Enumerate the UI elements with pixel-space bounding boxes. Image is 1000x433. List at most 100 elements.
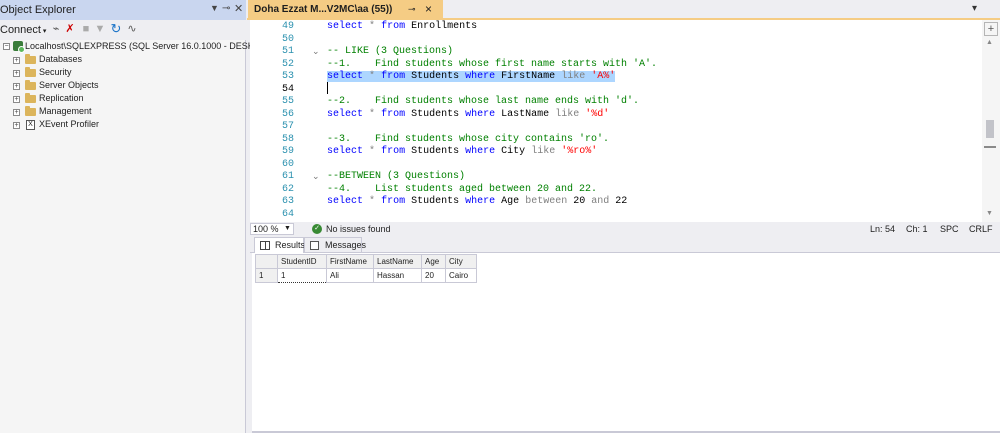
line-number-current: 54: [281, 83, 294, 95]
code-editor[interactable]: 49 50 51 52 53 54 55 56 57 58 59 60 61 6…: [250, 20, 982, 222]
code-line: select * from Students where Age between…: [327, 196, 628, 207]
grid-corner[interactable]: [255, 254, 278, 269]
tree-node-databases[interactable]: Databases: [39, 53, 82, 66]
tab-results[interactable]: Results: [254, 237, 306, 253]
collapse-icon[interactable]: −: [3, 43, 10, 50]
line-number: 50: [281, 33, 294, 45]
folder-icon: [25, 93, 36, 103]
spacing-indicator: SPC: [940, 224, 959, 234]
folder-icon: [25, 80, 36, 90]
scroll-position-marker: [984, 146, 996, 148]
grid-cell[interactable]: 1: [277, 268, 327, 283]
expand-icon[interactable]: +: [13, 122, 20, 129]
column-header[interactable]: LastName: [373, 254, 422, 269]
chevron-down-icon[interactable]: ▼: [284, 222, 291, 236]
line-number: 62: [281, 183, 294, 195]
server-icon: [13, 41, 25, 53]
tab-messages-label: Messages: [325, 240, 367, 250]
column-header[interactable]: StudentID: [277, 254, 327, 269]
stop-icon: ■: [82, 23, 90, 35]
line-number: 57: [281, 121, 294, 132]
column-indicator: Ch: 1: [906, 224, 928, 234]
tab-results-label: Results: [275, 240, 306, 250]
pin-icon[interactable]: ⊸: [222, 3, 230, 14]
code-line: --3. Find students whose city contains '…: [327, 133, 610, 145]
grid-cell[interactable]: Ali: [326, 268, 374, 283]
tree-node-xevent-profiler[interactable]: XEvent Profiler: [39, 118, 99, 131]
zoom-value: 100 %: [253, 224, 279, 234]
fold-collapse-icon[interactable]: ⌄: [312, 170, 320, 183]
tree-server-node[interactable]: Localhost\SQLEXPRESS (SQL Server 16.0.10…: [25, 40, 272, 53]
issues-status[interactable]: No issues found: [326, 222, 391, 236]
row-number[interactable]: 1: [255, 268, 278, 283]
line-number: 51: [281, 46, 294, 57]
line-ending-indicator: CRLF: [969, 224, 993, 234]
object-explorer-toolbar: Connect ▾ ⌁ ✗ ■ ▼ ↻ ∿: [0, 20, 246, 40]
code-line: select * from Students where City like '…: [327, 146, 598, 157]
code-line: select * from Enrollments: [327, 21, 478, 32]
tree-node-security[interactable]: Security: [39, 66, 72, 79]
connect-button[interactable]: Connect ▾: [0, 24, 46, 36]
line-number: 61: [281, 171, 294, 182]
code-line: -- LIKE (3 Questions): [327, 46, 454, 57]
line-number: 59: [281, 146, 294, 157]
connect-server-icon[interactable]: ⌁: [50, 23, 62, 35]
grid-cell[interactable]: 20: [421, 268, 446, 283]
expand-icon[interactable]: +: [13, 57, 20, 64]
table-row: 1 1 Ali Hassan 20 Cairo: [255, 268, 477, 283]
text-caret: [327, 82, 328, 94]
close-icon[interactable]: ×: [425, 2, 432, 16]
expand-icon[interactable]: +: [13, 96, 20, 103]
line-number: 58: [281, 133, 294, 145]
line-number: 49: [281, 21, 294, 32]
editor-vertical-scrollbar[interactable]: + ▲ ▼: [982, 20, 1000, 222]
grid-header-row: StudentID FirstName LastName Age City: [255, 254, 477, 269]
scroll-up-icon[interactable]: ▲: [986, 39, 993, 46]
column-header[interactable]: Age: [421, 254, 446, 269]
disconnect-icon[interactable]: ✗: [64, 23, 76, 35]
expand-icon[interactable]: +: [13, 83, 20, 90]
grid-cell[interactable]: Cairo: [445, 268, 477, 283]
tab-title: Doha Ezzat M...V2MC\aa (55)): [254, 4, 393, 15]
column-header[interactable]: City: [445, 254, 477, 269]
split-editor-icon[interactable]: +: [984, 22, 998, 36]
object-explorer-title: Object Explorer: [0, 4, 76, 16]
folder-icon: [25, 67, 36, 77]
scroll-thumb[interactable]: [986, 120, 994, 138]
activity-monitor-icon[interactable]: ∿: [126, 23, 138, 35]
code-line: --4. List students aged between 20 and 2…: [327, 183, 598, 195]
code-line: --2. Find students whose last name ends …: [327, 96, 640, 107]
folder-icon: [25, 54, 36, 64]
line-number: 63: [281, 196, 294, 207]
expand-icon[interactable]: +: [13, 109, 20, 116]
pin-icon[interactable]: ⊸: [408, 4, 416, 15]
tree-node-management[interactable]: Management: [39, 105, 92, 118]
line-number: 64: [281, 208, 294, 220]
line-number: 52: [281, 58, 294, 70]
refresh-icon[interactable]: ↻: [110, 22, 122, 35]
tab-overflow-dropdown-icon[interactable]: ▾: [972, 3, 977, 14]
results-grid: StudentID FirstName LastName Age City 1 …: [255, 254, 477, 283]
line-number: 60: [281, 158, 294, 170]
tab-query-editor[interactable]: Doha Ezzat M...V2MC\aa (55)) ⊸ ×: [248, 0, 443, 20]
messages-icon: [310, 241, 319, 250]
grid-cell[interactable]: Hassan: [373, 268, 422, 283]
column-header[interactable]: FirstName: [326, 254, 374, 269]
expand-icon[interactable]: +: [13, 70, 20, 77]
filter-icon: ▼: [94, 23, 106, 35]
results-tab-strip: Results Messages: [250, 236, 1000, 253]
xevent-icon: X: [26, 120, 35, 130]
grid-icon: [260, 241, 270, 250]
dropdown-icon[interactable]: ▼: [210, 3, 219, 13]
editor-status-bar: 100 % ▼ ✓ No issues found Ln: 54 Ch: 1 S…: [250, 222, 1000, 236]
tree-node-replication[interactable]: Replication: [39, 92, 84, 105]
tab-messages[interactable]: Messages: [304, 237, 366, 253]
scroll-down-icon[interactable]: ▼: [986, 210, 993, 217]
tree-node-server-objects[interactable]: Server Objects: [39, 79, 99, 92]
code-line: select * from Students where LastName li…: [327, 108, 610, 120]
check-icon: ✓: [312, 224, 322, 234]
fold-collapse-icon[interactable]: ⌄: [312, 45, 320, 58]
close-icon[interactable]: ✕: [234, 2, 243, 15]
line-number: 55: [281, 96, 294, 107]
line-number: 56: [281, 108, 294, 120]
